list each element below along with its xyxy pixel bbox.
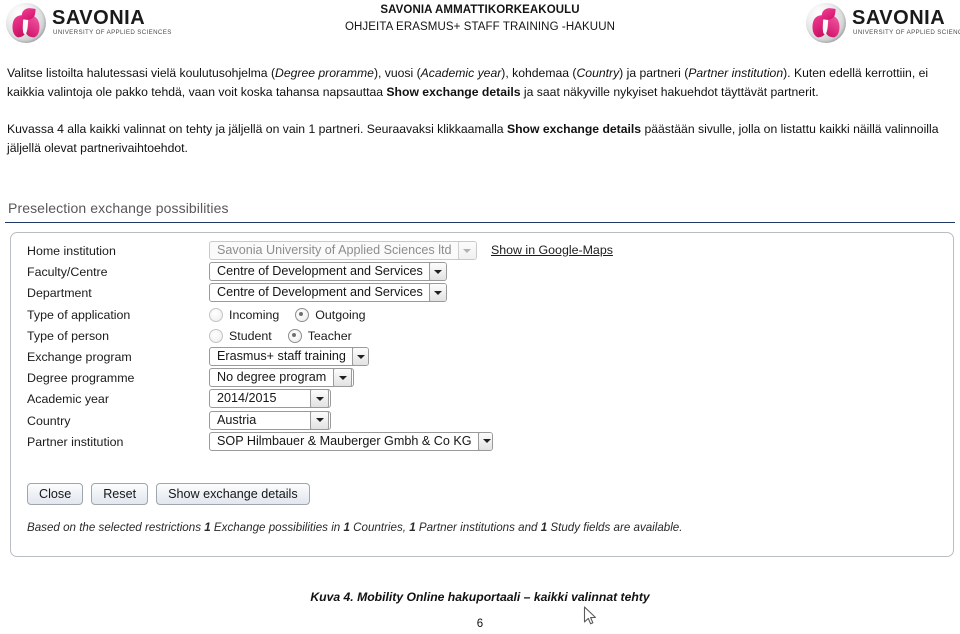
dropdown-exchange-program[interactable]: Erasmus+ staff training xyxy=(209,347,369,366)
chevron-down-icon xyxy=(457,242,476,259)
form-row: Home institution Savonia University of Ap… xyxy=(11,241,953,262)
radio-checked-icon[interactable] xyxy=(287,329,302,344)
chevron-down-icon[interactable] xyxy=(428,263,446,281)
field-label: Degree programme xyxy=(27,371,135,386)
close-button[interactable]: Close xyxy=(27,483,84,505)
chevron-down-icon[interactable] xyxy=(310,411,329,429)
field-label: Exchange program xyxy=(27,350,132,364)
show-exchange-details-button[interactable]: Show exchange details xyxy=(156,483,310,505)
savonia-flower-icon xyxy=(6,3,46,43)
show-in-google-maps-link[interactable]: Show in Google-Maps xyxy=(491,241,613,260)
field-control: Centre of Development and Services xyxy=(209,262,447,282)
dropdown-value: Centre of Development and Services xyxy=(217,264,423,279)
radio-group-type-of-person: Student Teacher xyxy=(209,326,368,347)
chevron-down-icon[interactable] xyxy=(477,432,492,450)
header-title-block: SAVONIA AMMATTIKORKEAKOULU OHJEITA ERASM… xyxy=(260,2,700,36)
chevron-down-icon[interactable] xyxy=(310,390,329,408)
dropdown-degree-programme[interactable]: No degree program xyxy=(209,368,354,388)
dropdown-partner-institution[interactable]: SOP Hilmbauer & Mauberger Gmbh & Co KG xyxy=(209,431,493,451)
chevron-down-icon[interactable] xyxy=(333,369,352,387)
field-control: Erasmus+ staff training xyxy=(209,347,369,366)
dropdown-country[interactable]: Austria xyxy=(209,410,331,430)
field-label: Faculty/Centre xyxy=(27,265,108,280)
page-number: 6 xyxy=(476,618,484,630)
radio-checked-icon[interactable] xyxy=(295,308,310,323)
radio-option-student[interactable]: Student xyxy=(209,329,272,344)
form-row: Exchange program Erasmus+ staff training xyxy=(11,347,953,368)
radio-unchecked-icon[interactable] xyxy=(209,308,223,323)
field-label: Academic year xyxy=(27,392,109,407)
form-row: Partner institution SOP Hilmbauer & Maube… xyxy=(11,431,953,453)
reset-button[interactable]: Reset xyxy=(91,483,149,505)
radio-option-incoming[interactable]: Incoming xyxy=(209,308,280,323)
form-row: Degree programme No degree program xyxy=(11,368,953,389)
logo-wordmark: SAVONIA xyxy=(852,7,946,29)
form-row: Academic year 2014/2015 xyxy=(11,389,953,410)
form-row: Type of application Incoming Outgoing xyxy=(11,305,953,326)
field-label: Home institution xyxy=(27,244,116,258)
field-label: Country xyxy=(27,413,71,428)
header-organization-title: SAVONIA AMMATTIKORKEAKOULU xyxy=(380,4,580,16)
field-control: 2014/2015 xyxy=(209,389,331,409)
form-row: Faculty/Centre Centre of Development and … xyxy=(11,262,953,283)
instruction-paragraph-2: Kuvassa 4 alla kaikki valinnat on tehty … xyxy=(7,122,939,155)
chevron-down-icon[interactable] xyxy=(351,348,368,365)
chevron-down-icon[interactable] xyxy=(428,284,446,302)
radio-option-label: Incoming xyxy=(229,308,280,323)
field-control: Student Teacher xyxy=(209,326,368,349)
field-label: Type of application xyxy=(27,307,131,322)
dropdown-value: Centre of Development and Services xyxy=(217,285,423,300)
dropdown-value: Savonia University of Applied Sciences l… xyxy=(217,243,452,257)
radio-option-label: Outgoing xyxy=(315,308,366,323)
field-control: SOP Hilmbauer & Mauberger Gmbh & Co KG xyxy=(209,431,493,451)
savonia-logo-left: SAVONIA UNIVERSITY OF APPLIED SCIENCES xyxy=(6,3,181,43)
radio-option-teacher[interactable]: Teacher xyxy=(287,329,352,344)
figure-caption: Kuva 4. Mobility Online hakuportaali – k… xyxy=(310,590,650,604)
logo-wordmark: SAVONIA xyxy=(52,7,146,29)
field-control: No degree program xyxy=(209,368,354,388)
logo-tagline: UNIVERSITY OF APPLIED SCIENCES xyxy=(853,29,960,36)
dropdown-academic-year[interactable]: 2014/2015 xyxy=(209,389,331,409)
dropdown-department[interactable]: Centre of Development and Services xyxy=(209,283,447,303)
page-title: Preselection exchange possibilities xyxy=(8,200,229,216)
document-header: SAVONIA UNIVERSITY OF APPLIED SCIENCES S… xyxy=(0,0,960,44)
instruction-paragraph-1: Valitse listoilta halutessasi vielä koul… xyxy=(7,66,929,99)
status-summary-text: Based on the selected restrictions 1 Exc… xyxy=(27,521,683,534)
dropdown-faculty-centre[interactable]: Centre of Development and Services xyxy=(209,262,447,282)
field-control: Austria xyxy=(209,410,331,430)
savonia-flower-icon xyxy=(806,3,846,43)
savonia-logo-right: SAVONIA UNIVERSITY OF APPLIED SCIENCES xyxy=(806,3,960,43)
field-control: Savonia University of Applied Sciences l… xyxy=(209,241,613,260)
form-row: Department Centre of Development and Serv… xyxy=(11,283,953,304)
title-divider xyxy=(5,222,955,223)
radio-option-outgoing[interactable]: Outgoing xyxy=(295,308,366,323)
logo-tagline: UNIVERSITY OF APPLIED SCIENCES xyxy=(53,29,172,36)
field-control: Centre of Development and Services xyxy=(209,283,447,303)
field-label: Partner institution xyxy=(27,434,124,449)
form-button-row: Close Reset Show exchange details xyxy=(27,483,318,505)
field-label: Department xyxy=(27,286,92,301)
field-control: Incoming Outgoing xyxy=(209,305,382,328)
dropdown-value: SOP Hilmbauer & Mauberger Gmbh & Co KG xyxy=(217,433,472,448)
dropdown-value: Erasmus+ staff training xyxy=(217,349,346,363)
radio-group-type-of-application: Incoming Outgoing xyxy=(209,305,382,326)
dropdown-home-institution: Savonia University of Applied Sciences l… xyxy=(209,241,477,260)
dropdown-value: 2014/2015 xyxy=(217,391,277,406)
form-row: Country Austria xyxy=(11,410,953,432)
radio-unchecked-icon[interactable] xyxy=(209,329,223,344)
dropdown-value: No degree program xyxy=(217,370,327,385)
dropdown-value: Austria xyxy=(217,412,257,427)
field-label: Type of person xyxy=(27,328,109,343)
radio-option-label: Teacher xyxy=(307,329,352,344)
radio-option-label: Student xyxy=(229,329,272,344)
form-row: Type of person Student Teacher xyxy=(11,326,953,347)
header-document-subtitle: OHJEITA ERASMUS+ STAFF TRAINING -HAKUUN xyxy=(344,21,616,33)
embedded-screenshot: Preselection exchange possibilities Home… xyxy=(0,196,960,625)
preselection-form: Home institution Savonia University of Ap… xyxy=(10,232,954,557)
